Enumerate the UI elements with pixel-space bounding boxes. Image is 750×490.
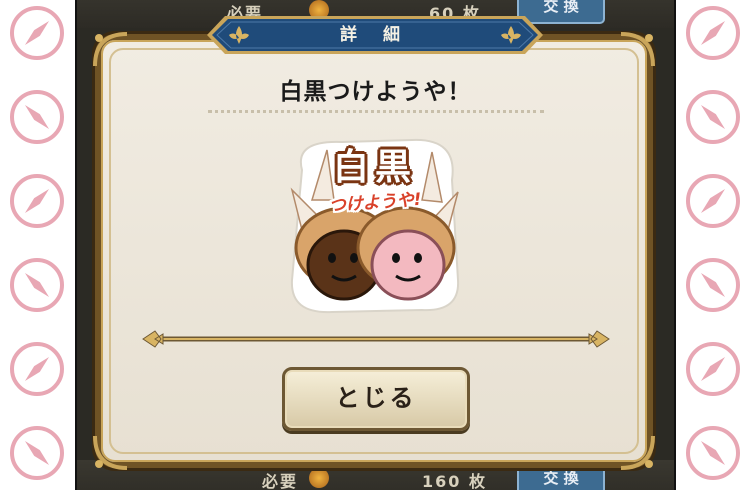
item-name: 白黒つけようや！ <box>279 79 472 105</box>
game-screen: 必要 60 枚 交 換 必要 160 枚 交 換 詳 細 白黒つけようや！ 白黒… <box>77 0 674 490</box>
compass-icon <box>686 90 740 144</box>
right-divider-line <box>674 0 676 490</box>
corner-ornament-icon <box>620 435 655 470</box>
compass-icon <box>686 426 740 480</box>
left-decorative-border <box>0 0 75 490</box>
compass-icon <box>10 342 64 396</box>
sticker-headline: 白黒 <box>332 147 417 188</box>
requirement-label: 必要 <box>262 472 299 490</box>
compass-icon <box>686 258 740 312</box>
compass-icon <box>686 6 740 60</box>
compass-icon <box>10 258 64 312</box>
corner-ornament-icon <box>93 32 128 67</box>
compass-icon <box>10 6 64 60</box>
compass-icon <box>686 174 740 228</box>
corner-ornament-icon <box>93 435 128 470</box>
compass-icon <box>686 342 740 396</box>
sticker-image: 白黒 つけようや! <box>282 130 468 316</box>
dialog-title: 詳 細 <box>340 25 410 45</box>
right-decorative-border <box>676 0 750 490</box>
compass-icon <box>10 90 64 144</box>
ornamental-divider <box>142 330 610 348</box>
requirement-count: 160 枚 <box>422 472 487 490</box>
compass-icon <box>10 426 64 480</box>
coin-icon <box>309 468 329 488</box>
close-button[interactable]: とじる <box>282 367 470 431</box>
dotted-divider <box>208 110 544 113</box>
compass-icon <box>10 174 64 228</box>
corner-ornament-icon <box>620 32 655 67</box>
dialog-title-banner: 詳 細 <box>207 16 543 54</box>
